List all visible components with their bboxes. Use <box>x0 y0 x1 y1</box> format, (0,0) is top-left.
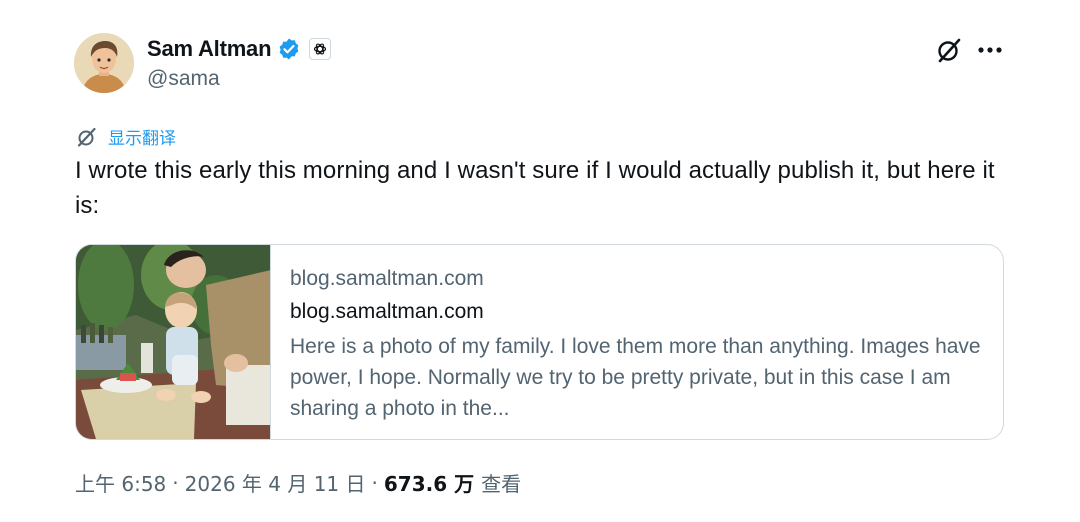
meta-separator: · <box>371 470 378 495</box>
more-icon <box>978 47 1002 53</box>
more-options-button[interactable] <box>974 34 1006 66</box>
show-translation-label: 显示翻译 <box>108 129 176 149</box>
author-name-row: Sam Altman <box>147 35 332 63</box>
grok-button[interactable] <box>933 34 965 66</box>
tweet-text: I wrote this early this morning and I wa… <box>75 157 995 219</box>
show-translation-link[interactable]: 显示翻译 <box>76 124 176 149</box>
openai-logo-icon[interactable] <box>309 38 332 60</box>
tweet: Sam Altman @sama 显示翻译 I wrote this early… <box>0 0 1080 522</box>
views-label: 查看 <box>481 472 522 496</box>
grok-icon <box>938 38 961 63</box>
avatar[interactable] <box>74 33 134 93</box>
card-domain: blog.samaltman.com <box>290 267 484 290</box>
avatar-image <box>74 33 134 93</box>
views-count[interactable]: 673.6 万 <box>384 468 474 497</box>
meta-separator: · <box>172 470 179 495</box>
card-title: blog.samaltman.com <box>290 300 484 323</box>
card-image[interactable] <box>76 245 271 439</box>
tweet-time[interactable]: 上午 6:58 <box>75 468 166 497</box>
translate-icon <box>77 127 96 147</box>
link-card[interactable]: blog.samaltman.com blog.samaltman.com He… <box>75 244 1004 440</box>
tweet-metadata: 上午 6:58 · 2026 年 4 月 11 日 · 673.6 万 查看 <box>75 468 521 497</box>
author-handle[interactable]: @sama <box>147 67 220 91</box>
verified-badge-icon[interactable] <box>277 37 301 61</box>
tweet-date[interactable]: 2026 年 4 月 11 日 <box>185 468 366 497</box>
card-body: blog.samaltman.com blog.samaltman.com He… <box>271 245 1003 439</box>
author-display-name[interactable]: Sam Altman <box>147 36 272 62</box>
card-description: Here is a photo of my family. I love the… <box>290 335 981 420</box>
